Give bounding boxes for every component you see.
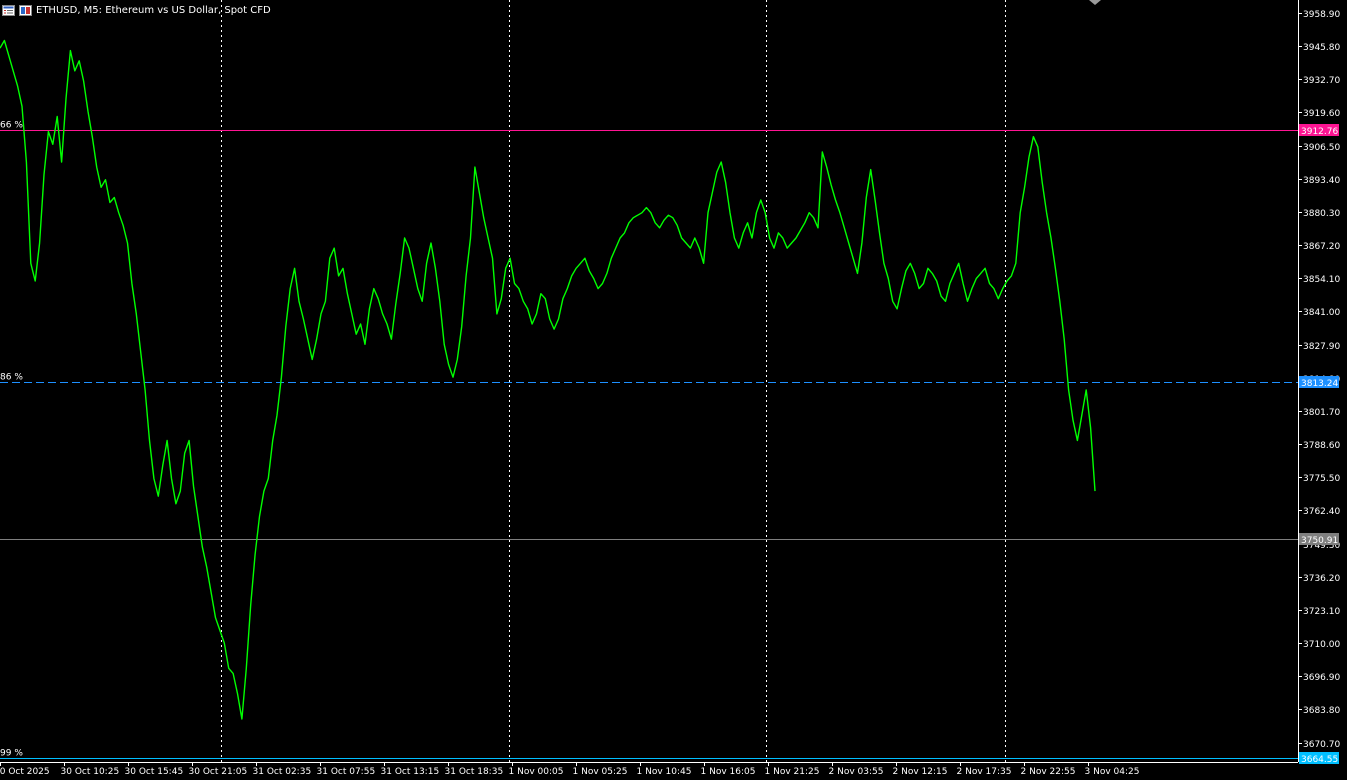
y-tick-label: 3683.80 (1303, 706, 1340, 716)
x-tick-label: 2 Nov 03:55 (829, 767, 884, 777)
y-tick-label: 3854.10 (1303, 275, 1340, 285)
y-tick-label: 3919.60 (1303, 109, 1340, 119)
x-tick-label: 30 Oct 15:45 (125, 767, 184, 777)
price-series (0, 39, 1096, 720)
y-tick-label: 3906.50 (1303, 143, 1340, 153)
x-tick-label: 1 Nov 16:05 (701, 767, 756, 777)
x-tick-label: 30 Oct 2025 (0, 767, 50, 777)
level-price-label: 3912.76 (1301, 127, 1338, 137)
x-tick-label: 1 Nov 21:25 (765, 767, 820, 777)
y-tick-label: 3723.10 (1303, 607, 1340, 617)
y-tick-label: 3670.70 (1303, 740, 1340, 750)
level-price-label: 3750.91 (1301, 536, 1338, 546)
y-tick-label: 3788.60 (1303, 441, 1340, 451)
y-tick-label: 3801.70 (1303, 408, 1340, 418)
price-levels (0, 130, 1298, 759)
x-tick-label: 2 Nov 17:35 (957, 767, 1012, 777)
x-tick-label: 30 Oct 21:05 (189, 767, 248, 777)
y-tick-label: 3893.40 (1303, 176, 1340, 186)
y-tick-label: 3841.00 (1303, 308, 1340, 318)
price-chart[interactable]: 3958.90 3945.80 3932.70 3919.60 3906.50 3893.… (0, 0, 1347, 780)
x-tick-label: 1 Nov 05:25 (573, 767, 628, 777)
y-tick-label: 3762.40 (1303, 507, 1340, 517)
y-tick-label: 3827.90 (1303, 342, 1340, 352)
x-tick-label: 31 Oct 07:55 (317, 767, 376, 777)
y-tick-label: 3775.50 (1303, 474, 1340, 484)
y-tick-label: 3958.90 (1303, 10, 1340, 20)
x-tick-label: 3 Nov 04:25 (1085, 767, 1140, 777)
x-tick-label: 31 Oct 13:15 (381, 767, 440, 777)
day-separators (221, 0, 1006, 762)
y-tick-label: 3880.30 (1303, 209, 1340, 219)
axes: 3958.90 3945.80 3932.70 3919.60 3906.50 3893.… (0, 0, 1340, 777)
x-tick-label: 2 Nov 12:15 (893, 767, 948, 777)
level-price-label: 3664.55 (1301, 755, 1338, 765)
x-tick-label: 30 Oct 10:25 (61, 767, 120, 777)
y-tick-label: 3867.20 (1303, 242, 1340, 252)
x-tick-label: 1 Nov 00:05 (509, 767, 564, 777)
y-tick-label: 3932.70 (1303, 76, 1340, 86)
level-percent-label: 66 % (0, 121, 23, 131)
price-line (0, 39, 1096, 720)
y-tick-label: 3696.90 (1303, 673, 1340, 683)
level-labels: 66 % 86 % 99 % 3912.76 3813.24 3750.91 3664.55 (0, 121, 1339, 765)
x-tick-label: 31 Oct 02:35 (253, 767, 312, 777)
level-percent-label: 99 % (0, 749, 23, 759)
level-percent-label: 86 % (0, 373, 23, 383)
x-tick-label: 1 Nov 10:45 (637, 767, 692, 777)
y-tick-label: 3710.00 (1303, 640, 1340, 650)
level-price-label: 3813.24 (1301, 379, 1338, 389)
x-tick-label: 31 Oct 18:35 (445, 767, 504, 777)
x-tick-label: 2 Nov 22:55 (1021, 767, 1076, 777)
y-tick-label: 3736.20 (1303, 574, 1340, 584)
scroll-marker-icon[interactable] (1089, 0, 1101, 5)
y-tick-label: 3945.80 (1303, 43, 1340, 53)
